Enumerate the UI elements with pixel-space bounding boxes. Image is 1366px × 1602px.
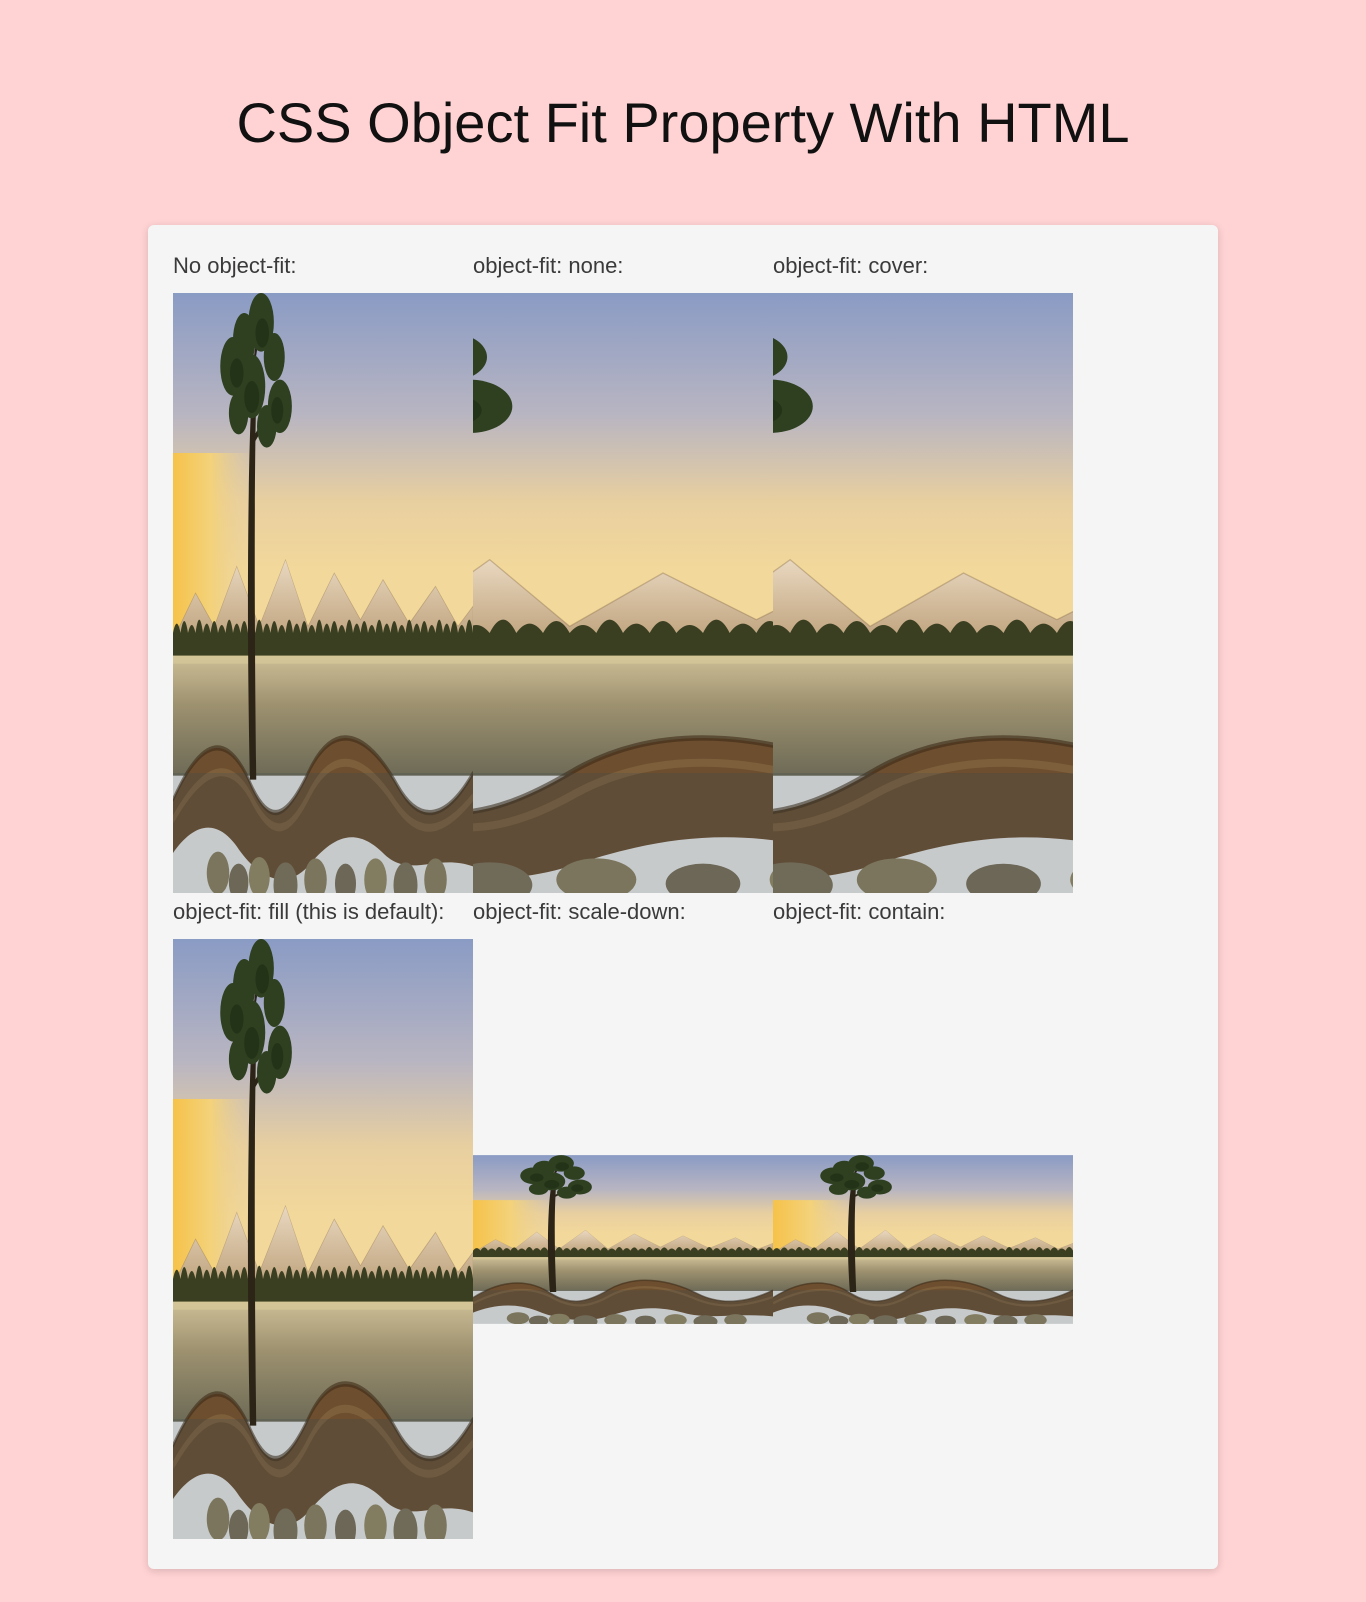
image-object-fit-fill bbox=[173, 939, 473, 1539]
col-scaledown: object-fit: scale-down: bbox=[473, 893, 773, 1539]
row-2: object-fit: fill (this is default): obje… bbox=[173, 893, 1193, 1539]
image-object-fit-scale-down bbox=[473, 939, 773, 1539]
col-none: object-fit: none: bbox=[473, 247, 773, 893]
image-object-fit-contain bbox=[773, 939, 1073, 1539]
page-title: CSS Object Fit Property With HTML bbox=[0, 90, 1366, 155]
label-cover: object-fit: cover: bbox=[773, 253, 1073, 279]
col-cover: object-fit: cover: bbox=[773, 247, 1073, 893]
col-fill: object-fit: fill (this is default): bbox=[173, 893, 473, 1539]
image-object-fit-cover bbox=[773, 293, 1073, 893]
demo-panel: No object-fit: object-fit: none: object-… bbox=[148, 225, 1218, 1569]
row-1: No object-fit: object-fit: none: object-… bbox=[173, 247, 1193, 893]
label-contain: object-fit: contain: bbox=[773, 899, 1073, 925]
label-nofit: No object-fit: bbox=[173, 253, 473, 279]
col-nofit: No object-fit: bbox=[173, 247, 473, 893]
image-object-fit-none bbox=[473, 293, 773, 893]
image-no-object-fit bbox=[173, 293, 473, 893]
label-none: object-fit: none: bbox=[473, 253, 773, 279]
label-fill: object-fit: fill (this is default): bbox=[173, 899, 473, 925]
label-scaledown: object-fit: scale-down: bbox=[473, 899, 773, 925]
col-contain: object-fit: contain: bbox=[773, 893, 1073, 1539]
